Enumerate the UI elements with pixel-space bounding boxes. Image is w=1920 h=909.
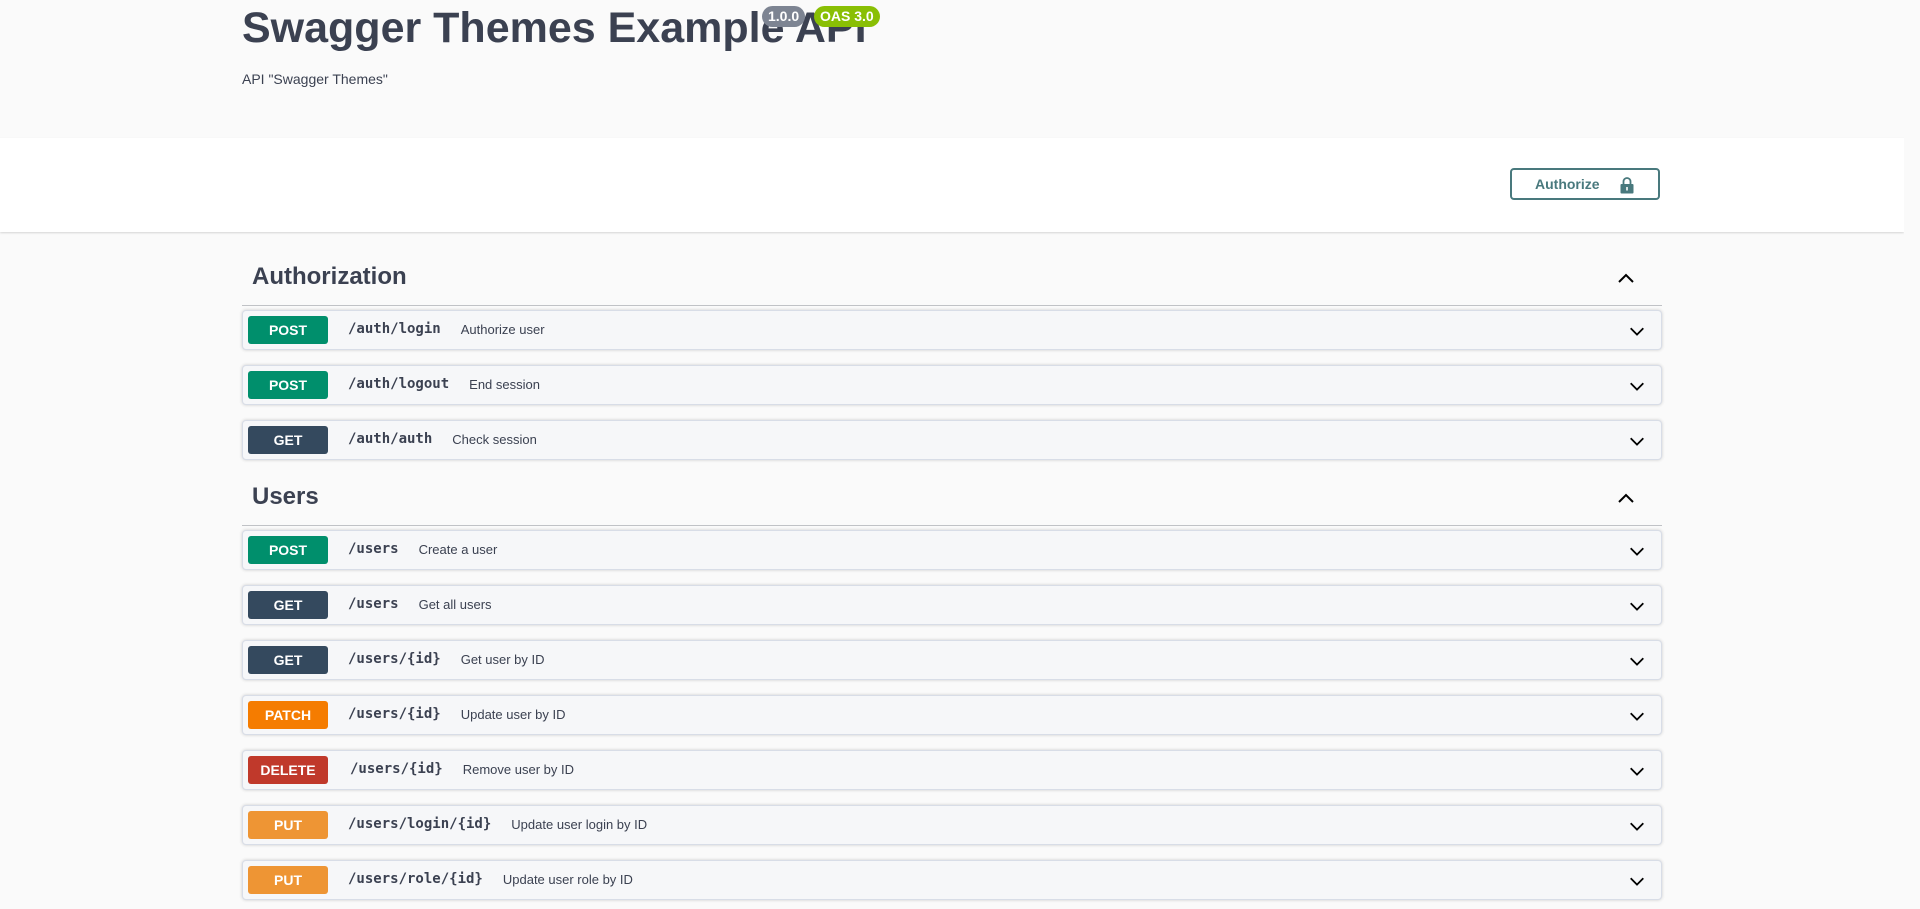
operation-row[interactable]: GET/users Get all users (242, 585, 1662, 625)
http-method-badge: PUT (248, 866, 328, 894)
operation-summary: Create a user (418, 542, 498, 557)
operation-path: /auth/auth (348, 431, 433, 447)
http-method-badge: PUT (248, 811, 328, 839)
version-badge: 1.0.0 (762, 6, 806, 27)
operation-summary: Remove user by ID (462, 762, 574, 777)
operation-path: /users/{id} (350, 761, 443, 777)
chevron-down-icon[interactable] (1628, 322, 1646, 340)
http-method-badge: PATCH (248, 701, 328, 729)
oas-badge: OAS 3.0 (814, 6, 880, 27)
http-method-badge: POST (248, 536, 328, 564)
operation-summary: Get all users (418, 597, 492, 612)
http-method-badge: DELETE (248, 756, 328, 784)
chevron-down-icon[interactable] (1628, 762, 1646, 780)
operation-summary: Update user by ID (460, 707, 566, 722)
chevron-down-icon[interactable] (1628, 597, 1646, 615)
http-method-badge: POST (248, 371, 328, 399)
operation-path: /auth/login (348, 321, 441, 337)
operation-path: /users/login/{id} (348, 816, 492, 832)
tag-section-authorization: Authorization (242, 251, 1662, 306)
operation-row[interactable]: DELETE/users/{id} Remove user by ID (242, 750, 1662, 790)
authorize-button-label: Authorize (1535, 176, 1600, 192)
operation-summary: Check session (452, 432, 537, 447)
chevron-down-icon[interactable] (1628, 377, 1646, 395)
lock-icon (1620, 177, 1634, 194)
operation-path: /auth/logout (348, 376, 450, 392)
http-method-badge: GET (248, 591, 328, 619)
api-description: API "Swagger Themes" (242, 71, 388, 87)
chevron-up-icon[interactable] (1616, 488, 1636, 508)
operation-row[interactable]: GET/users/{id} Get user by ID (242, 640, 1662, 680)
swagger-ui-page: Swagger Themes Example API 1.0.0 OAS 3.0… (0, 0, 1904, 909)
operation-path: /users/role/{id} (348, 871, 483, 887)
authorize-button[interactable]: Authorize (1510, 168, 1660, 200)
operation-summary: End session (469, 377, 540, 392)
http-method-badge: POST (248, 316, 328, 344)
operation-summary: Update user login by ID (511, 817, 648, 832)
chevron-down-icon[interactable] (1628, 707, 1646, 725)
tag-header-authorization[interactable]: Authorization (242, 251, 1662, 306)
operation-path: /users (348, 596, 399, 612)
operation-row[interactable]: PATCH/users/{id} Update user by ID (242, 695, 1662, 735)
operation-path: /users/{id} (348, 706, 441, 722)
operation-row[interactable]: POST/auth/login Authorize user (242, 310, 1662, 350)
operation-summary: Get user by ID (460, 652, 545, 667)
chevron-down-icon[interactable] (1628, 542, 1646, 560)
operation-row[interactable]: PUT/users/login/{id} Update user login by… (242, 805, 1662, 845)
http-method-badge: GET (248, 426, 328, 454)
chevron-up-icon[interactable] (1616, 268, 1636, 288)
chevron-down-icon[interactable] (1628, 817, 1646, 835)
operation-path: /users (348, 541, 399, 557)
operation-summary: Update user role by ID (502, 872, 633, 887)
chevron-down-icon[interactable] (1628, 432, 1646, 450)
chevron-down-icon[interactable] (1628, 872, 1646, 890)
chevron-down-icon[interactable] (1628, 652, 1646, 670)
tag-section-users: Users (242, 471, 1662, 526)
scheme-container: Authorize (0, 138, 1904, 232)
tag-header-users[interactable]: Users (242, 471, 1662, 526)
operation-row[interactable]: GET/auth/auth Check session (242, 420, 1662, 460)
operation-row[interactable]: POST/auth/logout End session (242, 365, 1662, 405)
tag-title: Authorization (252, 263, 407, 290)
api-info: Swagger Themes Example API 1.0.0 OAS 3.0… (0, 0, 1904, 138)
tag-title: Users (252, 483, 319, 510)
operation-row[interactable]: POST/users Create a user (242, 530, 1662, 570)
operation-row[interactable]: PUT/users/role/{id} Update user role by I… (242, 860, 1662, 900)
operation-path: /users/{id} (348, 651, 441, 667)
operation-summary: Authorize user (460, 322, 545, 337)
http-method-badge: GET (248, 646, 328, 674)
